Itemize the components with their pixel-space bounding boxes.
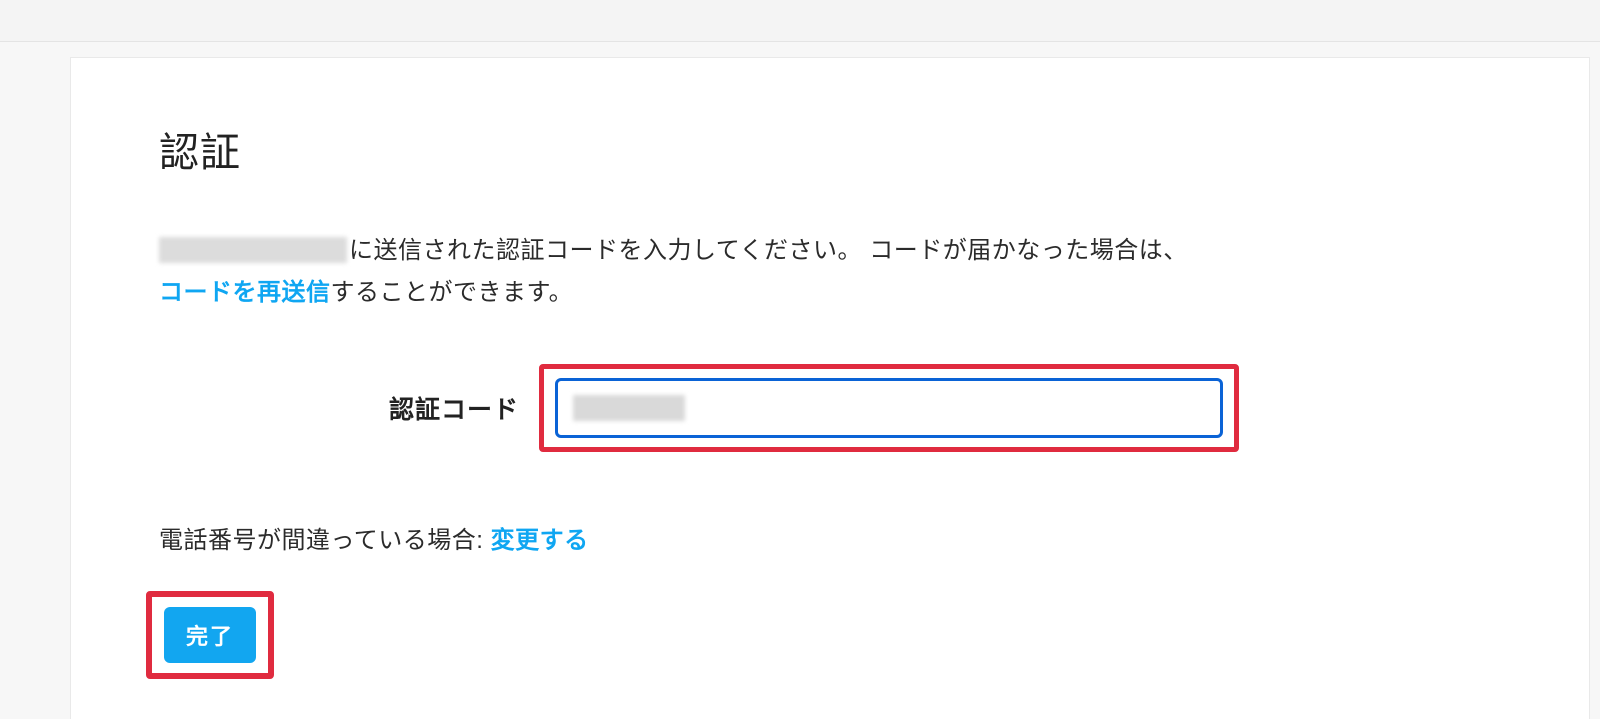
redacted-phone — [159, 237, 347, 263]
description-text: に送信された認証コードを入力してください。 コードが届かなった場合は、 コードを… — [159, 230, 1509, 314]
page-wrap: 認証 に送信された認証コードを入力してください。 コードが届かなった場合は、 コ… — [0, 42, 1600, 719]
submit-highlight-box: 完了 — [146, 591, 274, 679]
input-overlay — [555, 378, 1223, 438]
top-bar — [0, 0, 1600, 42]
change-phone-link[interactable]: 変更する — [491, 527, 589, 554]
input-highlight-box — [539, 364, 1239, 452]
description-part2: することができます。 — [331, 279, 574, 306]
code-label: 認証コード — [159, 390, 539, 426]
wrong-phone-prefix: 電話番号が間違っている場合: — [159, 527, 491, 554]
page-heading: 認証 — [159, 120, 1509, 178]
code-form-row: 認証コード — [159, 364, 1509, 452]
verification-card: 認証 に送信された認証コードを入力してください。 コードが届かなった場合は、 コ… — [70, 57, 1590, 719]
description-part1: に送信された認証コードを入力してください。 コードが届かなった場合は、 — [349, 237, 1188, 264]
verification-code-input[interactable] — [555, 378, 1223, 438]
resend-code-link[interactable]: コードを再送信 — [159, 279, 331, 306]
submit-button[interactable]: 完了 — [164, 607, 256, 663]
wrong-phone-text: 電話番号が間違っている場合: 変更する — [159, 520, 1509, 555]
